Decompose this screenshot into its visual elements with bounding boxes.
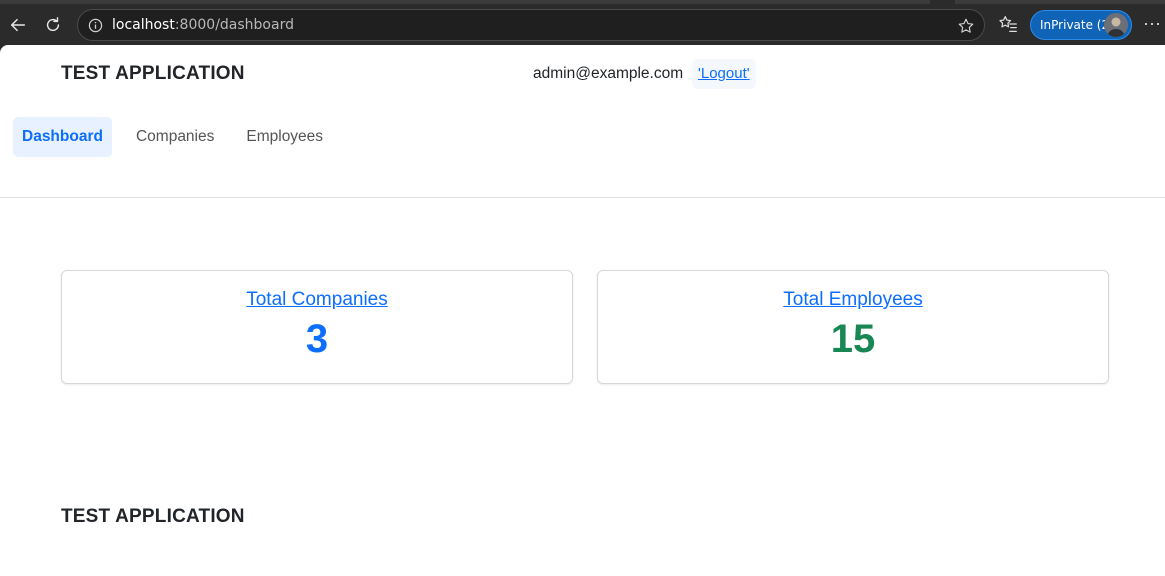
footer-brand: TEST APPLICATION (61, 506, 245, 527)
total-companies-link[interactable]: Total Companies (246, 289, 388, 311)
user-email: admin@example.com (533, 65, 684, 82)
url-host: localhost (112, 17, 175, 33)
total-employees-link[interactable]: Total Employees (783, 289, 922, 311)
more-options-icon[interactable]: ··· (1142, 13, 1162, 37)
url-path: :8000/dashboard (174, 17, 294, 33)
nav-item-employees[interactable]: Employees (237, 117, 332, 157)
page-viewport: TEST APPLICATION admin@example.com 'Logo… (0, 45, 1165, 576)
browser-chrome: localhost:8000/dashboard InPrivate (2) ·… (0, 0, 1165, 50)
total-companies-count: 3 (305, 317, 329, 361)
site-info-icon[interactable] (87, 17, 103, 33)
header-divider (0, 197, 1165, 198)
profile-avatar (1104, 13, 1128, 37)
address-bar[interactable]: localhost:8000/dashboard (77, 9, 985, 41)
inprivate-profile-button[interactable]: InPrivate (2) (1030, 10, 1132, 40)
back-icon[interactable] (5, 12, 31, 38)
nav-item-dashboard[interactable]: Dashboard (13, 117, 112, 157)
tab-strip (0, 0, 930, 4)
total-employees-count: 15 (830, 317, 876, 361)
logout-link[interactable]: 'Logout' (692, 59, 756, 89)
refresh-icon[interactable] (40, 12, 66, 38)
main-nav: Dashboard Companies Employees (13, 117, 346, 157)
favorites-icon[interactable] (997, 13, 1021, 37)
brand-title[interactable]: TEST APPLICATION (61, 63, 245, 85)
total-companies-card: Total Companies 3 (61, 270, 573, 384)
url-text: localhost:8000/dashboard (112, 17, 294, 33)
inprivate-label: InPrivate (2) (1040, 18, 1114, 32)
tab-strip-right (955, 0, 1165, 4)
nav-item-companies[interactable]: Companies (127, 117, 223, 157)
favorite-star-icon[interactable] (957, 17, 975, 35)
total-employees-card: Total Employees 15 (597, 270, 1109, 384)
